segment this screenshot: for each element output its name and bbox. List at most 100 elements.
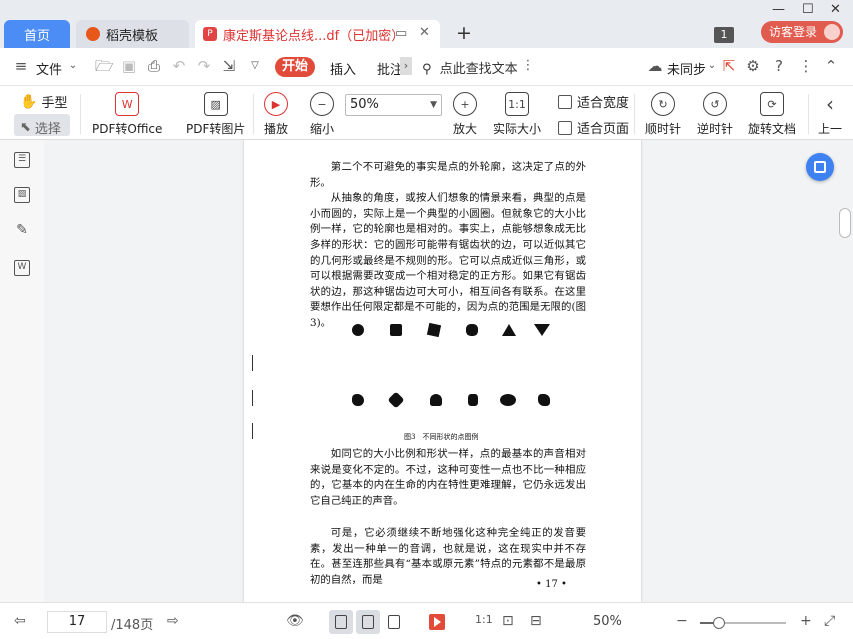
prev-page-icon[interactable]: ⇦ [14,613,26,629]
chevron-left-icon: ‹ [826,92,834,116]
title-bar: 首页 稻壳模板 P 康定斯基论点线...df（已加密） ▭ ✕ + — ☐ ✕ … [0,0,853,48]
actual-size-icon: 1:1 [505,92,529,116]
tab-document-label: 康定斯基论点线...df（已加密） [223,28,405,44]
continuous-view-button[interactable] [329,610,353,634]
chevron-down-icon: ▼ [430,100,437,110]
eye-icon[interactable]: 👁 [286,613,304,629]
zoom-out-icon[interactable]: − [676,613,688,629]
ribbon-separator [80,94,81,134]
more-vertical-icon[interactable]: ⋮ [519,57,537,75]
pdf-to-office-button[interactable]: W PDF转Office [92,92,162,137]
help-icon[interactable]: ? [770,57,788,75]
close-tab-icon[interactable]: ✕ [419,25,430,40]
export-icon[interactable]: ⇲ [220,57,238,75]
save-icon[interactable]: ▣ [120,57,138,75]
floating-tool-button[interactable] [806,153,834,181]
undo-icon[interactable]: ↶ [170,57,188,75]
chevron-down-icon[interactable]: ⌄ [703,57,721,75]
fit-width-icon [558,94,572,109]
tab-start[interactable]: 开始 [275,57,315,77]
actual-size-button[interactable]: 1:1 实际大小 [493,92,541,137]
menu-bar: ≡ 文件 ⌄ 🗁 ▣ ⎙ ↶ ↷ ⇲ ▽ 开始 插入 批注 › ⚲ 点此查找文本… [0,48,853,86]
pdf-to-image-button[interactable]: ▨ PDF转图片 [186,92,245,137]
pdf-to-image-icon: ▨ [203,92,228,116]
more-options-icon[interactable]: ⋮ [797,57,815,75]
paragraph-2: 如同它的大小比例和形状一样，点的最基本的声音相对来说是变化不定的。不过，这种可变… [310,447,586,509]
continuous-view-icon [335,615,347,629]
fit-width-icon[interactable]: ⊟ [530,613,542,629]
window-count-badge[interactable]: 1 [714,27,734,43]
new-tab-icon[interactable]: + [456,22,472,44]
tab-template[interactable]: 稻壳模板 [76,20,189,48]
hand-tool[interactable]: ✋ 手型 [20,92,68,112]
document-viewport[interactable]: 第二个不可避免的事实是点的外轮廓，这决定了点的外形。 从抽象的角度，或按人们想象… [44,140,844,602]
previous-page-button[interactable]: ‹ 上一 [818,92,842,137]
redo-icon[interactable]: ↷ [195,57,213,75]
paragraph-2-text: 如同它的大小比例和形状一样，点的最基本的声音相对来说是变化不定的。不过，这种可变… [310,448,586,507]
zoom-in-button[interactable]: + 放大 [453,92,477,137]
zoom-in-icon: + [453,92,477,116]
tab-template-label: 稻壳模板 [106,28,159,44]
gear-icon[interactable]: ⚙ [744,57,762,75]
play-button[interactable]: ▶ 播放 [264,92,288,137]
scrollbar-thumb[interactable] [839,208,851,238]
collapse-ribbon-icon[interactable]: ⌃ [822,57,840,75]
hand-label: 手型 [41,96,68,111]
minimize-icon[interactable]: — [772,2,785,17]
page-number-input[interactable]: 17 [47,611,107,633]
actual-size-icon[interactable]: 1:1 [475,613,493,626]
cloud-sync-icon[interactable]: ☁ [646,57,664,75]
hamburger-icon[interactable]: ≡ [12,57,30,75]
cursor-icon: ⬉ [20,120,31,135]
outline-icon[interactable]: ☰ [14,152,30,168]
zoom-slider-knob[interactable] [712,617,725,629]
annotation-icon[interactable]: ✎ [14,223,30,240]
burst-dot [500,394,516,406]
ribbon-scroll-right-icon[interactable]: › [400,57,412,75]
zoom-select[interactable]: 50% ▼ [345,94,442,116]
print-icon[interactable]: ⎙ [145,57,163,75]
fit-page-label: 适合页面 [577,122,630,137]
play-label: 播放 [264,122,289,136]
chevron-down-icon[interactable]: ⌄ [64,57,82,75]
rotate-counterclockwise-button[interactable]: ↺ 逆时针 [697,92,733,137]
file-menu[interactable]: 文件 [36,59,62,78]
zoom-out-button[interactable]: − 缩小 [310,92,334,137]
fit-icon[interactable]: ⊡ [502,613,514,629]
tab-home[interactable]: 首页 [4,20,70,48]
single-page-view-button[interactable] [356,610,380,634]
thumbnail-icon[interactable]: ▨ [14,187,30,203]
two-page-view-button[interactable] [382,610,406,634]
actual-size-label: 实际大小 [493,122,542,136]
login-button[interactable]: 访客登录 [761,21,843,43]
close-window-icon[interactable]: ✕ [830,2,841,17]
margin-mark [252,355,253,371]
next-page-icon[interactable]: ⇨ [167,613,179,629]
tab-insert[interactable]: 插入 [330,59,356,78]
tab-document[interactable]: P 康定斯基论点线...df（已加密） ▭ ✕ [195,20,440,48]
zoom-in-icon[interactable]: + [800,613,812,629]
rotate-document-button[interactable]: ⟳ 旋转文档 [748,92,796,137]
ribbon-separator [253,94,254,134]
jagged-dot [466,324,478,336]
avatar [824,24,840,40]
open-folder-icon[interactable]: 🗁 [95,57,114,75]
maximize-icon[interactable]: ☐ [802,2,814,17]
select-tool[interactable]: ⬉ 选择 [20,118,61,137]
sync-status[interactable]: 未同步 [667,59,706,78]
share-icon[interactable]: ⇱ [720,57,738,75]
ribbon-toolbar: ✋ 手型 ⬉ 选择 W PDF转Office ▨ PDF转图片 ▶ 播放 − 缩… [0,86,853,140]
fullscreen-icon[interactable]: ⤢ [824,613,835,629]
play-slideshow-button[interactable] [429,614,445,630]
search-box[interactable]: ⚲ 点此查找文本 [422,58,532,77]
window-icon[interactable]: ▭ [395,26,407,41]
irregular-dot [352,394,364,406]
zoom-slider[interactable] [700,617,786,629]
rotate-clockwise-button[interactable]: ↻ 顺时针 [645,92,681,137]
rotate-clockwise-label: 顺时针 [645,122,682,136]
more-dropdown-icon[interactable]: ▽ [246,57,264,75]
fit-page-button[interactable]: 适合页面 [558,118,629,137]
convert-icon[interactable]: W [14,260,30,276]
fit-width-button[interactable]: 适合宽度 [558,92,629,111]
margin-mark [252,390,253,406]
